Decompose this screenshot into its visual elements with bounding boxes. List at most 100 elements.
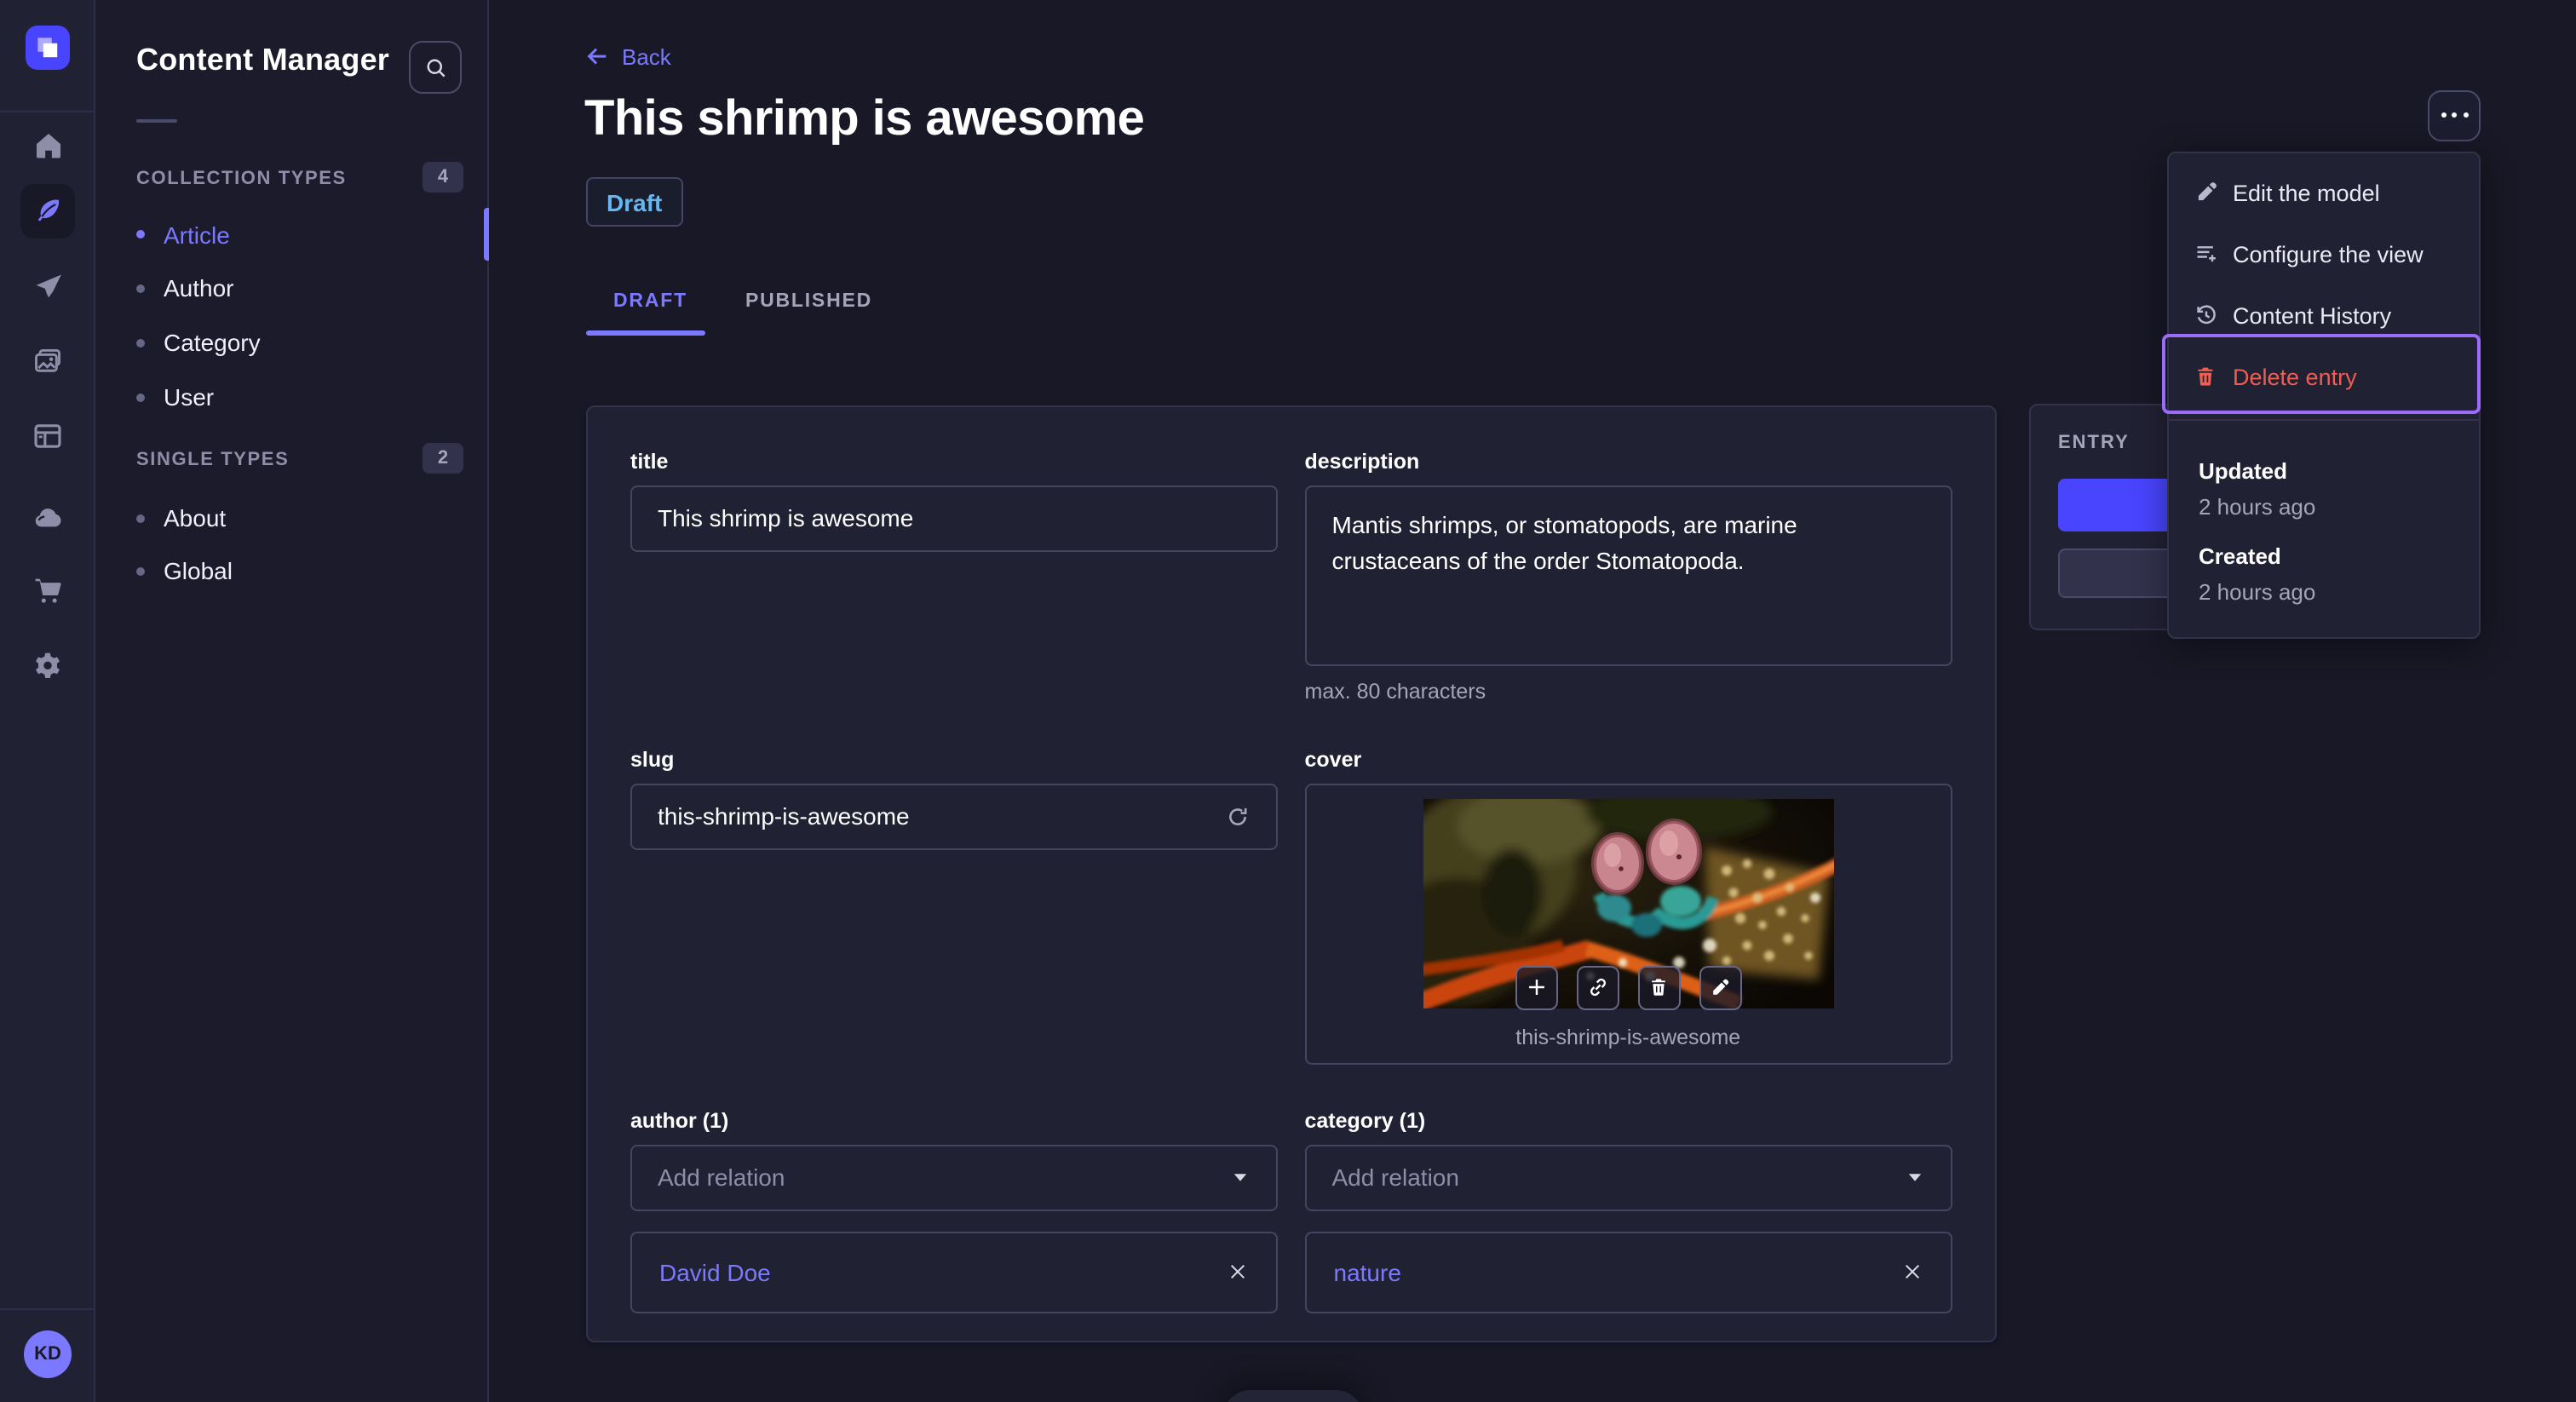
strapi-logo[interactable] [26, 26, 70, 70]
description-textarea[interactable]: Mantis shrimps, or stomatopods, are mari… [1304, 485, 1952, 665]
updated-label: Updated [2199, 457, 2287, 483]
layout-icon [32, 421, 63, 451]
remove-author-button[interactable] [1227, 1261, 1249, 1283]
created-label: Created [2199, 543, 2281, 568]
sidebar-item-media-library[interactable] [20, 334, 75, 388]
category-relation-link[interactable]: nature [1334, 1258, 1401, 1285]
category-relation-item: nature [1304, 1231, 1952, 1313]
menu-item-configure-view[interactable]: Configure the view [2168, 223, 2478, 284]
sidebar-item-content-manager[interactable] [20, 183, 75, 238]
bullet-icon [136, 230, 145, 238]
category-label: category (1) [1304, 1108, 1426, 1132]
images-icon [32, 346, 63, 376]
field-author: author (1) Add relation David Doe [630, 1108, 1278, 1313]
edit-asset-button[interactable] [1699, 965, 1742, 1009]
tab-bar: DRAFT PUBLISHED [584, 283, 901, 320]
subnav-item-about[interactable]: About [136, 491, 477, 545]
configure-icon [2194, 242, 2217, 266]
context-menu: Edit the model Configure the view Conten… [2166, 152, 2480, 638]
feather-icon [33, 196, 62, 225]
tab-active-underline [585, 330, 704, 336]
cover-actions [1515, 965, 1742, 1009]
dots-icon [2441, 112, 2468, 118]
menu-item-label: Configure the view [2233, 241, 2424, 267]
bullet-icon [136, 514, 145, 522]
sidebar-item-home[interactable] [20, 118, 75, 172]
tab-published[interactable]: PUBLISHED [716, 283, 901, 320]
subnav-item-label: Global [164, 557, 233, 584]
title-label: title [630, 449, 669, 473]
subnav-item-user[interactable]: User [136, 370, 477, 424]
delete-asset-button[interactable] [1637, 965, 1681, 1009]
close-icon [1227, 1261, 1249, 1283]
description-value: Mantis shrimps, or stomatopods, are mari… [1331, 510, 1797, 573]
close-icon [1900, 1261, 1923, 1283]
subnav-item-label: About [164, 504, 227, 531]
subnav-item-article[interactable]: Article [136, 207, 477, 261]
back-link[interactable]: Back [584, 44, 671, 70]
menu-item-label: Edit the model [2233, 180, 2380, 205]
remove-category-button[interactable] [1900, 1261, 1923, 1283]
refresh-icon [1225, 803, 1251, 829]
menu-item-edit-model[interactable]: Edit the model [2168, 162, 2478, 223]
chevron-down-icon [1904, 1167, 1924, 1187]
field-description: description Mantis shrimps, or stomatopo… [1304, 449, 1952, 703]
sidebar-item-layout[interactable] [20, 409, 75, 463]
subnav-item-global[interactable]: Global [136, 543, 477, 598]
title-value: This shrimp is awesome [658, 504, 914, 531]
add-asset-button[interactable] [1515, 965, 1558, 1009]
author-relation-link[interactable]: David Doe [659, 1258, 771, 1285]
menu-item-delete-entry[interactable]: Delete entry [2168, 346, 2478, 407]
main-sidebar: KD [0, 0, 95, 1402]
category-relation-select[interactable]: Add relation [1304, 1144, 1952, 1210]
link-icon [1586, 976, 1608, 998]
subnav-item-label: User [164, 383, 215, 411]
status-badge: Draft [586, 177, 683, 227]
search-button[interactable] [409, 41, 462, 94]
section-collection-types: COLLECTION TYPES [136, 169, 347, 189]
paper-plane-icon [33, 272, 62, 301]
updated-value: 2 hours ago [2199, 493, 2316, 519]
home-icon [33, 130, 62, 159]
content-manager-subnav: Content Manager COLLECTION TYPES 4 Artic… [95, 0, 489, 1402]
history-icon [2194, 303, 2217, 327]
tab-draft[interactable]: DRAFT [584, 283, 716, 320]
author-placeholder: Add relation [658, 1164, 785, 1191]
cloud-icon [32, 503, 63, 533]
regenerate-slug-button[interactable] [1225, 803, 1251, 829]
title-input[interactable]: This shrimp is awesome [630, 485, 1278, 551]
subnav-item-label: Category [164, 329, 261, 356]
bottom-widget-pill[interactable] [1223, 1390, 1363, 1402]
bullet-icon [136, 338, 145, 347]
page-title: This shrimp is awesome [584, 92, 1145, 147]
arrow-left-icon [584, 44, 610, 70]
section-single-types: SINGLE TYPES [136, 450, 290, 470]
cover-caption: this-shrimp-is-awesome [1515, 1025, 1741, 1049]
sidebar-item-cloud[interactable] [20, 491, 75, 545]
subnav-item-label: Author [164, 274, 234, 302]
sidebar-item-releases[interactable] [20, 259, 75, 313]
entry-meta: Updated 2 hours ago Created 2 hours ago [2168, 420, 2478, 604]
copy-link-button[interactable] [1576, 965, 1619, 1009]
author-relation-select[interactable]: Add relation [630, 1144, 1278, 1210]
description-helper: max. 80 characters [1304, 679, 1486, 703]
gear-icon [32, 651, 63, 681]
sidebar-item-settings[interactable] [20, 639, 75, 693]
more-actions-button[interactable] [2428, 89, 2481, 141]
sidebar-item-marketplace[interactable] [20, 564, 75, 618]
field-title: title This shrimp is awesome [630, 449, 1278, 703]
subnav-item-label: Article [164, 221, 230, 248]
collection-types-count: 4 [423, 162, 463, 192]
slug-input[interactable]: this-shrimp-is-awesome [630, 783, 1278, 849]
menu-item-label: Delete entry [2233, 364, 2357, 389]
avatar[interactable]: KD [24, 1330, 72, 1378]
menu-item-content-history[interactable]: Content History [2168, 284, 2478, 346]
trash-icon [1648, 976, 1669, 998]
subnav-item-category[interactable]: Category [136, 315, 477, 370]
pencil-icon [2194, 181, 2217, 204]
created-value: 2 hours ago [2199, 578, 2316, 604]
trash-icon [2194, 365, 2217, 388]
pencil-icon [1710, 977, 1730, 997]
subnav-item-author[interactable]: Author [136, 261, 477, 315]
field-slug: slug this-shrimp-is-awesome [630, 747, 1278, 1064]
